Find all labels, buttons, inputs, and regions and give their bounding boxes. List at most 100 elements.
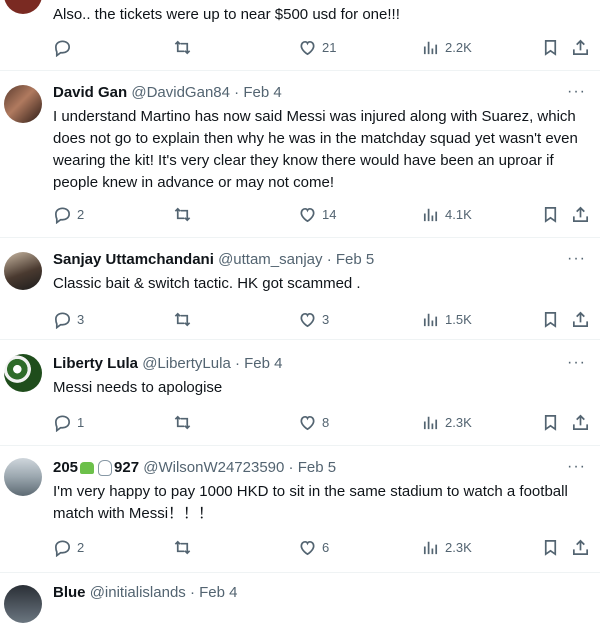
tweet-date[interactable]: Feb 5 (336, 251, 374, 268)
user-name[interactable]: Liberty Lula (53, 355, 138, 372)
share-icon (572, 414, 589, 430)
heart-icon (300, 312, 315, 327)
user-name-part2[interactable]: 927 (114, 459, 139, 476)
more-options-icon[interactable]: ··· (567, 354, 586, 372)
view-count: 2.3K (445, 539, 472, 555)
reply-button[interactable]: 1 (53, 411, 84, 433)
like-button[interactable]: 14 (298, 203, 336, 225)
retweet-button[interactable] (173, 203, 192, 225)
views-button[interactable]: 4.1K (421, 203, 472, 225)
reply-icon (54, 539, 71, 557)
tweet[interactable]: David Gan @DavidGan84 · Feb 4 ··· I unde… (0, 71, 600, 236)
user-handle[interactable]: @DavidGan84 (131, 84, 230, 101)
share-button[interactable] (571, 411, 590, 433)
views-button[interactable]: 1.5K (421, 308, 472, 330)
reply-button[interactable]: 2 (53, 536, 84, 558)
tweet-header: David Gan @DavidGan84 · Feb 4 (53, 83, 282, 103)
bookmark-button[interactable] (541, 308, 560, 330)
tweet-text: Messi needs to apologise (53, 379, 223, 396)
separator-dot: · (288, 459, 294, 476)
user-handle[interactable]: @uttam_sanjay (218, 251, 322, 268)
tweet-text: Also.. the tickets were up to near $500 … (53, 6, 400, 23)
share-button[interactable] (571, 308, 590, 330)
heart-icon (300, 40, 315, 55)
tweet-text: Classic bait & switch tactic. HK got sca… (53, 275, 361, 292)
tweet[interactable]: Blue @initialislands · Feb 4 (0, 573, 600, 623)
reply-icon (54, 39, 71, 57)
avatar[interactable] (4, 252, 42, 290)
tweet-actions: 3 3 1.5K (53, 308, 593, 330)
retweet-icon (174, 312, 191, 326)
reply-icon (54, 206, 71, 224)
retweet-button[interactable] (173, 536, 192, 558)
share-icon (572, 539, 589, 555)
tweet-actions: 2 6 2.3K (53, 536, 593, 558)
like-button[interactable]: 8 (298, 411, 329, 433)
tweet-actions: 1 8 2.3K (53, 411, 593, 433)
view-count: 4.1K (445, 206, 472, 222)
views-button[interactable]: 2.2K (421, 36, 472, 58)
tweet-date[interactable]: Feb 5 (298, 459, 336, 476)
share-button[interactable] (571, 536, 590, 558)
user-handle[interactable]: @LibertyLula (142, 355, 231, 372)
like-count: 14 (322, 206, 337, 222)
bookmark-button[interactable] (541, 36, 560, 58)
views-icon (423, 416, 438, 429)
bookmark-icon (544, 311, 557, 328)
bunny-emoji-icon (98, 460, 113, 477)
like-count: 8 (322, 414, 330, 430)
tweet[interactable]: Also.. the tickets were up to near $500 … (0, 0, 600, 68)
avatar[interactable] (4, 85, 42, 123)
tweet[interactable]: Liberty Lula @LibertyLula · Feb 4 ··· Me… (0, 340, 600, 444)
retweet-icon (174, 40, 191, 54)
retweet-button[interactable] (173, 36, 192, 58)
user-name[interactable]: Blue (53, 584, 86, 601)
avatar[interactable] (4, 354, 42, 392)
tweet-actions: 2 14 4.1K (53, 203, 593, 225)
tweet[interactable]: Sanjay Uttamchandani @uttam_sanjay · Feb… (0, 238, 600, 338)
reply-count: 2 (77, 539, 85, 555)
retweet-button[interactable] (173, 308, 192, 330)
share-button[interactable] (571, 36, 590, 58)
heart-icon (300, 207, 315, 222)
separator-dot: · (189, 584, 195, 601)
user-name[interactable]: David Gan (53, 84, 127, 101)
more-options-icon[interactable]: ··· (567, 250, 586, 268)
reply-count: 1 (77, 414, 85, 430)
tweet[interactable]: 205 927 @WilsonW24723590 · Feb 5 ··· I'm … (0, 446, 600, 571)
tweet-date[interactable]: Feb 4 (244, 355, 282, 372)
like-button[interactable]: 6 (298, 536, 329, 558)
bookmark-button[interactable] (541, 203, 560, 225)
tweet-text: I'm very happy to pay 1000 HKD to sit in… (53, 483, 568, 522)
retweet-button[interactable] (173, 411, 192, 433)
like-button[interactable]: 21 (298, 36, 336, 58)
user-name-part1[interactable]: 205 (53, 459, 78, 476)
share-icon (572, 311, 589, 327)
like-button[interactable]: 3 (298, 308, 329, 330)
reply-button[interactable]: 3 (53, 308, 84, 330)
tweet-date[interactable]: Feb 4 (199, 584, 237, 601)
like-count: 21 (322, 39, 337, 55)
avatar[interactable] (4, 585, 42, 623)
more-options-icon[interactable]: ··· (567, 458, 586, 476)
reply-button[interactable] (53, 36, 77, 58)
share-button[interactable] (571, 203, 590, 225)
views-button[interactable]: 2.3K (421, 536, 472, 558)
reply-button[interactable]: 2 (53, 203, 84, 225)
avatar[interactable] (4, 458, 42, 496)
reply-icon (54, 414, 71, 432)
bookmark-button[interactable] (541, 411, 560, 433)
bookmark-button[interactable] (541, 536, 560, 558)
views-button[interactable]: 2.3K (421, 411, 472, 433)
view-count: 1.5K (445, 311, 472, 327)
retweet-icon (174, 207, 191, 221)
avatar[interactable] (4, 0, 42, 14)
more-options-icon[interactable]: ··· (567, 83, 586, 101)
tweet-header: Liberty Lula @LibertyLula · Feb 4 (53, 354, 283, 374)
retweet-icon (174, 540, 191, 554)
user-handle[interactable]: @WilsonW24723590 (143, 459, 284, 476)
tweet-text: I understand Martino has now said Messi … (53, 108, 578, 191)
tweet-date[interactable]: Feb 4 (243, 84, 281, 101)
user-handle[interactable]: @initialislands (90, 584, 186, 601)
user-name[interactable]: Sanjay Uttamchandani (53, 251, 214, 268)
